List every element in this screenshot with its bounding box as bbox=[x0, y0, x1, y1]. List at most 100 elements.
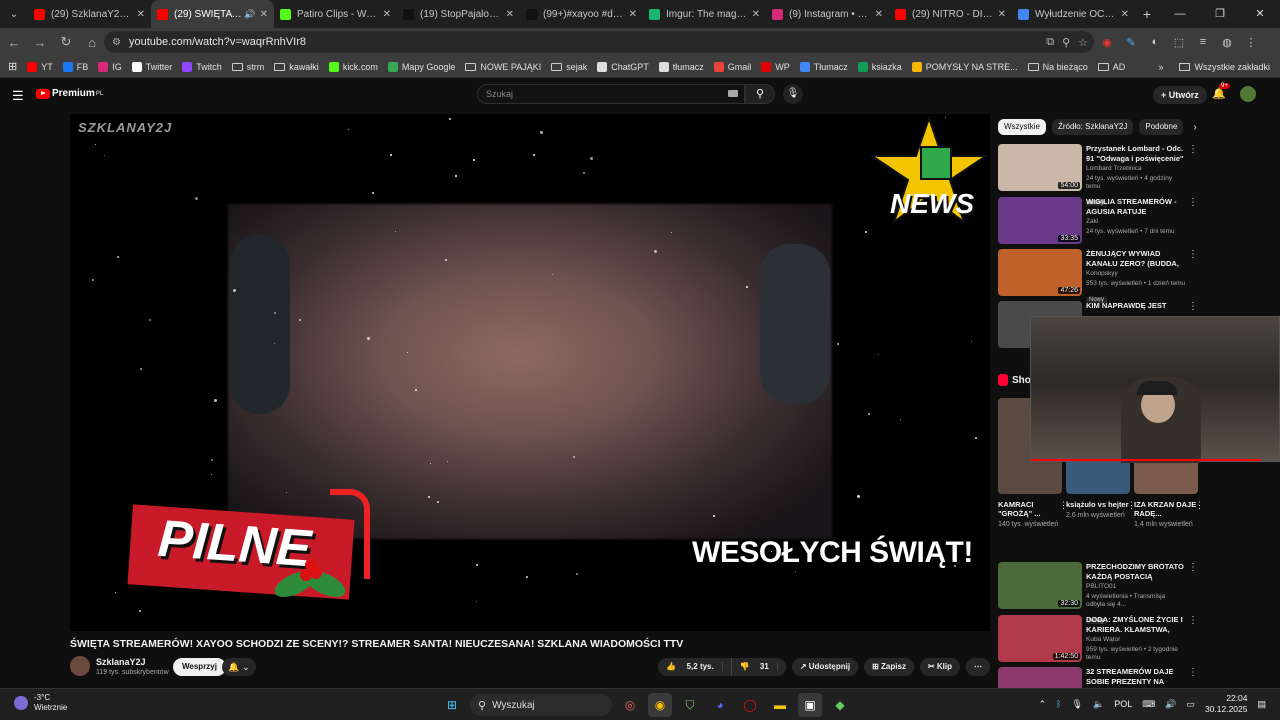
language-indicator[interactable]: POL bbox=[1114, 699, 1132, 709]
record-extension-icon[interactable]: ◉ bbox=[1100, 36, 1114, 49]
recommendation-title[interactable]: WIGILIA STREAMERÓW - AGUSIA RATUJE SYTUA… bbox=[1086, 197, 1186, 216]
bookmark-item[interactable]: IG bbox=[98, 61, 122, 72]
recommendation-item[interactable]: 54:00 Przystanek Lombard - Odc. 91 "Odwa… bbox=[998, 144, 1200, 206]
support-button[interactable]: Wesprzyj bbox=[173, 658, 226, 676]
bookmark-item[interactable]: Mapy Google bbox=[387, 61, 455, 72]
windows-start-icon[interactable]: ⊞ bbox=[440, 693, 464, 717]
tab-close-icon[interactable]: ✕ bbox=[137, 9, 145, 20]
file-explorer-icon[interactable]: ▬ bbox=[768, 693, 792, 717]
all-bookmarks[interactable]: » Wszystkie zakładki bbox=[1158, 62, 1270, 72]
speaker-icon[interactable]: 🔊 bbox=[1165, 699, 1176, 710]
tab-close-icon[interactable]: ✕ bbox=[506, 9, 514, 20]
back-button[interactable]: ← bbox=[2, 35, 26, 50]
bookmark-item[interactable]: sejak bbox=[551, 62, 587, 72]
tab-close-icon[interactable]: ✕ bbox=[875, 9, 883, 20]
recommendation-title[interactable]: Przystanek Lombard - Odc. 91 "Odwaga i p… bbox=[1086, 144, 1186, 163]
bookmark-item[interactable]: FB bbox=[62, 61, 88, 72]
bookmark-item[interactable]: AD bbox=[1097, 62, 1125, 72]
short-title[interactable]: IZA KRZAN DAJE RADĘ... bbox=[1134, 500, 1200, 518]
dislike-button[interactable]: 👎 31 bbox=[732, 658, 786, 676]
more-options-icon[interactable]: ⋮ bbox=[1188, 249, 1198, 260]
search-button[interactable]: ⚲ bbox=[745, 84, 775, 104]
network-icon[interactable]: ⌨ bbox=[1142, 699, 1155, 710]
mic-icon[interactable]: 🎙 bbox=[783, 84, 803, 104]
recommendation-title[interactable]: KIM NAPRAWDĘ JEST bbox=[1086, 301, 1186, 311]
browser-tab[interactable]: (29) SzklanaY2J - You ✕ bbox=[28, 0, 151, 28]
mic-tray-icon[interactable]: 🎙 bbox=[1072, 699, 1083, 710]
bookmark-item[interactable]: strm bbox=[231, 62, 264, 72]
active-app-icon[interactable]: ▣ bbox=[798, 693, 822, 717]
recommendation-channel[interactable]: PBLITO01 bbox=[1086, 583, 1186, 591]
brave-icon[interactable]: ⛉ bbox=[678, 693, 702, 717]
taskbar-search[interactable]: ⚲ Wyszukaj bbox=[470, 694, 612, 716]
chip-related[interactable]: Podobne bbox=[1139, 119, 1184, 135]
install-icon[interactable]: ⧉ bbox=[1046, 36, 1054, 49]
recommendation-title[interactable]: DODA: ZMYŚLONE ŻYCIE I KARIERA. KŁAMSTWA… bbox=[1086, 615, 1186, 634]
new-tab-button[interactable]: + bbox=[1135, 6, 1159, 22]
picture-in-picture-video[interactable] bbox=[1030, 316, 1280, 463]
subscription-bell-button[interactable]: 🔔 ⌄ bbox=[222, 658, 256, 676]
app-icon[interactable]: ◆ bbox=[828, 693, 852, 717]
browser-tab[interactable]: Wyłudzenie OC w Po ✕ bbox=[1012, 0, 1135, 28]
bookmark-item[interactable]: kawałki bbox=[274, 62, 319, 72]
tab-close-icon[interactable]: ✕ bbox=[629, 9, 637, 20]
close-window-button[interactable]: ✕ bbox=[1240, 0, 1280, 28]
browser-tab[interactable]: Imgur: The magic of ✕ bbox=[643, 0, 766, 28]
puzzle-icon[interactable]: ⬚ bbox=[1172, 36, 1186, 49]
tab-close-icon[interactable]: ✕ bbox=[752, 9, 760, 20]
notifications-bell-icon[interactable]: 🔔 9+ bbox=[1212, 83, 1230, 100]
bookmark-item[interactable]: Twitch bbox=[182, 61, 222, 72]
clip-button[interactable]: ✂ Klip bbox=[919, 658, 960, 676]
bookmark-item[interactable]: ChatGPT bbox=[597, 61, 649, 72]
more-actions-button[interactable]: ⋯ bbox=[966, 658, 990, 676]
browser-tab[interactable]: (29) NITRO - DISS NA ✕ bbox=[889, 0, 1012, 28]
keyboard-icon[interactable] bbox=[728, 90, 738, 97]
account-avatar[interactable] bbox=[1240, 86, 1256, 102]
bookmark-star-icon[interactable]: ☆ bbox=[1078, 36, 1088, 49]
save-button[interactable]: ⊞ Zapisz bbox=[864, 658, 914, 676]
chip-source[interactable]: Źródło: SzklanaY2J bbox=[1052, 119, 1134, 135]
clock[interactable]: 22:04 30.12.2025 bbox=[1205, 693, 1248, 715]
video-thumbnail[interactable]: 54:00 bbox=[998, 144, 1082, 191]
browser-tab[interactable]: (9) Instagram • Mess ✕ bbox=[766, 0, 889, 28]
copilot-icon[interactable]: ◎ bbox=[618, 693, 642, 717]
more-options-icon[interactable]: ⋮ bbox=[1188, 562, 1198, 573]
browser-tab[interactable]: (99+)#xayoo #dc #di ✕ bbox=[520, 0, 643, 28]
video-player[interactable]: SZKLANAY2J NEWS PILNE WESOŁYCH ŚWIĄT! bbox=[70, 114, 990, 631]
share-button[interactable]: ↗ Udostępnij bbox=[791, 658, 859, 676]
maximize-button[interactable]: ❐ bbox=[1200, 0, 1240, 28]
bluetooth-icon[interactable]: ᛒ bbox=[1056, 699, 1061, 709]
extension-icon[interactable]: ◐ bbox=[1148, 36, 1162, 48]
bookmark-item[interactable]: POMYSŁY NA STRE... bbox=[911, 61, 1018, 72]
channel-name[interactable]: SzklanaY2J bbox=[96, 657, 146, 667]
menu-hamburger-icon[interactable]: ☰ bbox=[12, 88, 24, 104]
recommendation-title[interactable]: 32 STREAMERÓW DAJE SOBIE PREZENTY NA ŚWI… bbox=[1086, 667, 1186, 686]
browser-tab[interactable]: (29) ŚWIĘTA STRE🔊 ✕ bbox=[151, 0, 274, 28]
bookmark-item[interactable]: WP bbox=[761, 61, 790, 72]
more-options-icon[interactable]: ⋮ bbox=[1188, 197, 1198, 208]
bookmark-item[interactable]: Twitter bbox=[131, 61, 172, 72]
more-options-icon[interactable]: ⋮ bbox=[1188, 615, 1198, 626]
bookmark-item[interactable]: Na bieżąco bbox=[1027, 62, 1088, 72]
chip-all[interactable]: Wszystkie bbox=[998, 119, 1046, 135]
short-title[interactable]: KAMRACI "GROŻĄ" ... bbox=[998, 500, 1064, 518]
video-thumbnail[interactable]: 32:30 bbox=[998, 562, 1082, 609]
browser-tab[interactable]: (19) StopPajalock w s ✕ bbox=[397, 0, 520, 28]
chrome-icon[interactable]: ◉ bbox=[648, 693, 672, 717]
translate-extension-icon[interactable]: ✎ bbox=[1124, 36, 1138, 49]
recommendation-title[interactable]: PRZECHODZIMY BROTATO KAŻDĄ POSTACIĄ bbox=[1086, 562, 1186, 581]
notifications-icon[interactable]: ▤ bbox=[1257, 699, 1266, 710]
video-thumbnail[interactable]: 47:26 bbox=[998, 249, 1082, 296]
recommendation-channel[interactable]: Kuba Wątor bbox=[1086, 636, 1186, 644]
discord-icon[interactable]: ◕ bbox=[708, 693, 732, 717]
tab-close-icon[interactable]: ✕ bbox=[260, 9, 268, 20]
recommendation-channel[interactable]: Zaki bbox=[1086, 218, 1186, 226]
battery-icon[interactable]: ▭ bbox=[1186, 699, 1195, 710]
tab-close-icon[interactable]: ✕ bbox=[383, 9, 391, 20]
opera-icon[interactable]: ◯ bbox=[738, 693, 762, 717]
short-title[interactable]: książulo vs hejter bbox=[1066, 500, 1132, 509]
recommendation-title[interactable]: ŻENUJĄCY WYWIAD KANAŁU ZERO? (BUDDA, STA… bbox=[1086, 249, 1186, 268]
tab-search-button[interactable]: ⌄ bbox=[0, 0, 28, 28]
chevron-right-icon[interactable]: › bbox=[1193, 122, 1196, 133]
video-thumbnail[interactable]: 33:35 bbox=[998, 197, 1082, 244]
